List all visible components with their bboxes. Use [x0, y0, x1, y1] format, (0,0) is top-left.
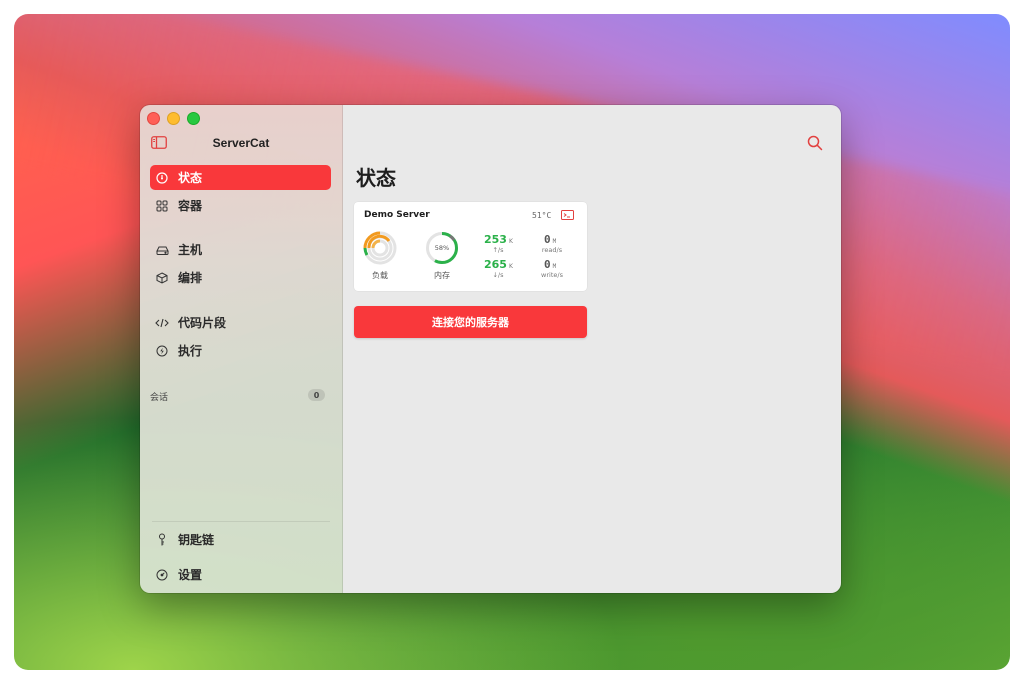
server-name: Demo Server	[364, 210, 430, 220]
net-up-label: ↑/s	[492, 246, 504, 254]
app-title: ServerCat	[212, 136, 270, 150]
memory-label: 内存	[434, 271, 450, 280]
server-card[interactable]: Demo Server 51°C 负载 58% 内存 253 K ↑/s 265…	[354, 202, 587, 291]
net-down-value: 265 K	[484, 258, 513, 271]
sidebar-divider	[152, 521, 330, 522]
sidebar-item-label: 代码片段	[178, 316, 227, 330]
load-gauge	[363, 231, 397, 265]
sidebar-item-label: 设置	[178, 568, 203, 582]
sidebar-item-execute[interactable]: 执行	[150, 338, 331, 363]
status-gauge-icon	[155, 171, 169, 185]
main-content: 状态 Demo Server 51°C 负载 58% 内存 253 K ↑/s …	[343, 105, 841, 593]
sidebar-item-status[interactable]: 状态	[150, 165, 331, 190]
sidebar-item-orchestration[interactable]: 编排	[150, 265, 331, 290]
orchestration-cube-icon	[155, 271, 169, 285]
sidebar-item-label: 主机	[178, 243, 203, 257]
sidebar-item-label: 执行	[178, 344, 203, 358]
sidebar-item-settings[interactable]: 设置	[150, 562, 331, 587]
code-snippet-icon	[155, 316, 169, 330]
execute-bolt-icon	[155, 344, 169, 358]
search-icon[interactable]	[807, 135, 823, 151]
net-down-label: ↓/s	[492, 271, 504, 279]
memory-percent: 58%	[434, 244, 450, 252]
net-up-value: 253 K	[484, 233, 513, 246]
connect-server-button[interactable]: 连接您的服务器	[354, 306, 587, 338]
keychain-key-icon	[155, 533, 169, 547]
sidebar-item-label: 编排	[178, 271, 203, 285]
sidebar-item-keychain[interactable]: 钥匙链	[150, 527, 331, 552]
load-label: 负载	[372, 271, 388, 280]
sidebar-item-label: 状态	[178, 171, 203, 185]
host-drive-icon	[155, 243, 169, 257]
disk-read-label: read/s	[541, 246, 563, 254]
disk-write-value: 0M	[544, 258, 557, 271]
app-window: ServerCat 状态 容器 主机 编排 代码片段 执行 会话 0 钥匙链 设…	[140, 105, 841, 593]
close-window-button[interactable]	[147, 112, 160, 125]
window-controls	[147, 112, 200, 125]
sessions-section-label: 会话	[150, 393, 169, 403]
sidebar-item-hosts[interactable]: 主机	[150, 237, 331, 262]
sessions-count-badge: 0	[308, 389, 325, 401]
page-title: 状态	[356, 166, 396, 190]
server-temperature: 51°C	[532, 211, 552, 220]
containers-grid-icon	[155, 199, 169, 213]
minimize-window-button[interactable]	[167, 112, 180, 125]
sidebar-item-containers[interactable]: 容器	[150, 193, 331, 218]
disk-write-label: write/s	[541, 271, 563, 279]
settings-gauge-icon	[155, 568, 169, 582]
terminal-icon[interactable]	[561, 210, 574, 220]
sidebar-item-label: 钥匙链	[178, 533, 215, 547]
zoom-window-button[interactable]	[187, 112, 200, 125]
sidebar: ServerCat 状态 容器 主机 编排 代码片段 执行 会话 0 钥匙链 设…	[140, 105, 343, 593]
sidebar-item-snippets[interactable]: 代码片段	[150, 310, 331, 335]
disk-read-value: 0M	[544, 233, 557, 246]
sidebar-item-label: 容器	[178, 199, 203, 213]
